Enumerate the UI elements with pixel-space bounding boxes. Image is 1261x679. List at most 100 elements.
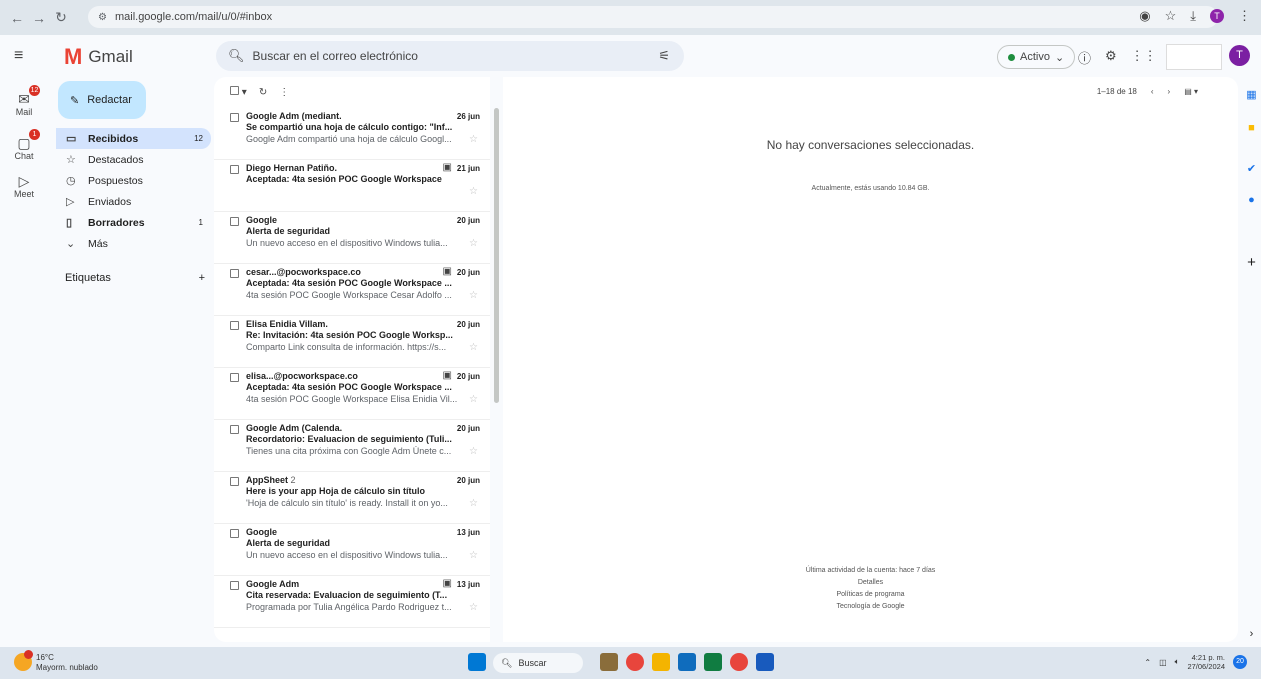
rail-item-chat[interactable]: ▢ 1 Chat	[0, 129, 48, 161]
tray-chevron-up-icon[interactable]: ⌃	[1144, 658, 1151, 667]
email-row[interactable]: elisa...@pocworkspace.co ▣ 20 jun Aceptada…	[214, 368, 490, 420]
list-scrollbar[interactable]	[494, 108, 499, 403]
bookmark-star-icon[interactable]: ☆	[1165, 8, 1177, 24]
organization-logo	[1166, 44, 1222, 70]
windows-start-icon[interactable]	[468, 653, 486, 671]
email-checkbox[interactable]	[230, 321, 239, 330]
prev-page-icon[interactable]: ‹	[1151, 87, 1154, 96]
email-row[interactable]: Google Adm ▣ 13 jun Cita reservada: Evalua…	[214, 576, 490, 628]
split-pane-toggle-icon[interactable]: ▤ ▾	[1184, 87, 1198, 96]
email-row[interactable]: Google Adm (Calenda. 20 jun Recordatorio:…	[214, 420, 490, 472]
star-icon[interactable]: ☆	[469, 342, 478, 353]
forward-icon[interactable]: →	[28, 10, 50, 26]
rail-item-mail[interactable]: ✉ 12 Mail	[0, 85, 48, 117]
tasks-icon[interactable]: ✔	[1242, 162, 1261, 175]
star-icon[interactable]: ☆	[469, 498, 478, 509]
star-icon[interactable]: ☆	[469, 446, 478, 457]
email-checkbox[interactable]	[230, 425, 239, 434]
calendar-icon[interactable]: ▦	[1242, 88, 1261, 101]
folder-icon[interactable]	[652, 653, 670, 671]
policies-link[interactable]: Políticas de programa	[503, 589, 1238, 601]
contacts-icon[interactable]: ●	[1242, 194, 1261, 206]
star-icon[interactable]: ☆	[469, 238, 478, 249]
chrome-icon[interactable]	[626, 653, 644, 671]
search-icon: 🔍︎	[501, 657, 513, 668]
email-checkbox[interactable]	[230, 581, 239, 590]
details-link[interactable]: Detalles	[503, 577, 1238, 589]
download-icon[interactable]: ⤓	[1190, 8, 1196, 24]
email-row[interactable]: Google 20 jun Alerta de seguridad Un nuevo…	[214, 212, 490, 264]
email-checkbox[interactable]	[230, 217, 239, 226]
excel-icon[interactable]	[704, 653, 722, 671]
search-options-icon[interactable]: ⚟	[658, 48, 670, 64]
search-input[interactable]: 🔍︎ Buscar en el correo electrónico ⚟	[216, 41, 684, 71]
chrome-profile-icon[interactable]	[730, 653, 748, 671]
star-icon[interactable]: ☆	[469, 602, 478, 613]
email-checkbox[interactable]	[230, 113, 239, 122]
google-tech-link[interactable]: Tecnología de Google	[503, 601, 1238, 613]
next-page-icon[interactable]: ›	[1168, 87, 1171, 96]
star-icon[interactable]: ☆	[469, 550, 478, 561]
star-icon[interactable]: ☆	[469, 186, 478, 197]
volume-icon[interactable]: 🔈︎	[1175, 657, 1180, 667]
more-options-icon[interactable]: ⋮	[279, 87, 289, 98]
compose-button[interactable]: ✎ Redactar	[58, 81, 146, 119]
email-row[interactable]: Diego Hernan Patiño. ▣ 21 jun Aceptada: 4t…	[214, 160, 490, 212]
nav-item-sent[interactable]: ▷ Enviados	[56, 191, 211, 212]
refresh-icon[interactable]: ↻	[259, 87, 267, 98]
outlook-icon[interactable]	[678, 653, 696, 671]
file-explorer-icon[interactable]	[600, 653, 618, 671]
clock[interactable]: 4:21 p. m. 27/06/2024	[1187, 653, 1225, 671]
browser-menu-icon[interactable]: ⋮	[1238, 8, 1251, 24]
expand-panel-icon[interactable]: ›	[1242, 628, 1261, 640]
email-checkbox[interactable]	[230, 165, 239, 174]
account-avatar[interactable]: T	[1229, 45, 1250, 66]
help-icon[interactable]: ⓘ	[1078, 48, 1091, 67]
select-all-checkbox[interactable]: ▾	[230, 86, 247, 98]
email-row[interactable]: cesar...@pocworkspace.co ▣ 20 jun Aceptada…	[214, 264, 490, 316]
email-row[interactable]: Google Adm (mediant. 26 jun Se compartió …	[214, 108, 490, 160]
apps-grid-icon[interactable]: ⋮⋮	[1131, 48, 1157, 67]
email-snippet: Un nuevo acceso en el dispositivo Window…	[246, 550, 448, 560]
add-addon-icon[interactable]: +	[1242, 254, 1261, 271]
main-menu-icon[interactable]: ≡	[14, 47, 23, 65]
address-bar[interactable]: ⚙ mail.google.com/mail/u/0/#inbox	[88, 6, 1218, 28]
notification-badge[interactable]: 20	[1233, 655, 1247, 669]
status-dropdown[interactable]: Activo ⌄	[997, 45, 1076, 69]
url-text: mail.google.com/mail/u/0/#inbox	[114, 11, 273, 23]
browser-profile-avatar[interactable]: T	[1210, 9, 1224, 23]
word-icon[interactable]	[756, 653, 774, 671]
email-checkbox[interactable]	[230, 269, 239, 278]
nav-item-inbox[interactable]: ▭ Recibidos 12	[56, 128, 211, 149]
taskbar-search[interactable]: 🔍︎ Buscar	[493, 653, 583, 673]
site-settings-icon[interactable]: ⚙	[98, 12, 107, 23]
email-row[interactable]: Google 13 jun Alerta de seguridad Un nuevo…	[214, 524, 490, 576]
back-icon[interactable]: ←	[6, 10, 28, 26]
star-icon[interactable]: ☆	[469, 290, 478, 301]
email-row[interactable]: Elisa Enidia Villam. 20 jun Re: Invitació…	[214, 316, 490, 368]
search-icon[interactable]: 🔍︎	[228, 48, 245, 64]
email-sender: Google Adm (mediant.	[246, 111, 342, 121]
reload-icon[interactable]: ↻	[50, 9, 72, 26]
add-label-icon[interactable]: +	[199, 272, 205, 284]
gmail-logo[interactable]: M Gmail	[64, 44, 133, 70]
nav-item-starred[interactable]: ☆ Destacados	[56, 149, 211, 170]
email-checkbox[interactable]	[230, 529, 239, 538]
settings-gear-icon[interactable]: ⚙	[1105, 48, 1117, 67]
weather-widget[interactable]: 16°C Mayorm. nublado	[14, 650, 98, 673]
rail-item-label: Chat	[14, 151, 34, 161]
star-icon[interactable]: ☆	[469, 134, 478, 145]
wifi-icon[interactable]: ◫	[1159, 658, 1167, 667]
email-sender: Elisa Enidia Villam.	[246, 319, 328, 329]
email-checkbox[interactable]	[230, 477, 239, 486]
rail-item-meet[interactable]: ▷ Meet	[0, 173, 48, 199]
nav-item-snoozed[interactable]: ◷ Pospuestos	[56, 170, 211, 191]
extension-icon[interactable]: ◉	[1139, 8, 1150, 24]
email-date: 13 jun	[456, 580, 480, 589]
nav-item-drafts[interactable]: ▯ Borradores 1	[56, 212, 211, 233]
nav-item-more[interactable]: ⌄ Más	[56, 233, 211, 254]
email-row[interactable]: AppSheet 2 20 jun Here is your app Hoja de…	[214, 472, 490, 524]
keep-icon[interactable]: ■	[1242, 122, 1261, 134]
email-checkbox[interactable]	[230, 373, 239, 382]
star-icon[interactable]: ☆	[469, 394, 478, 405]
